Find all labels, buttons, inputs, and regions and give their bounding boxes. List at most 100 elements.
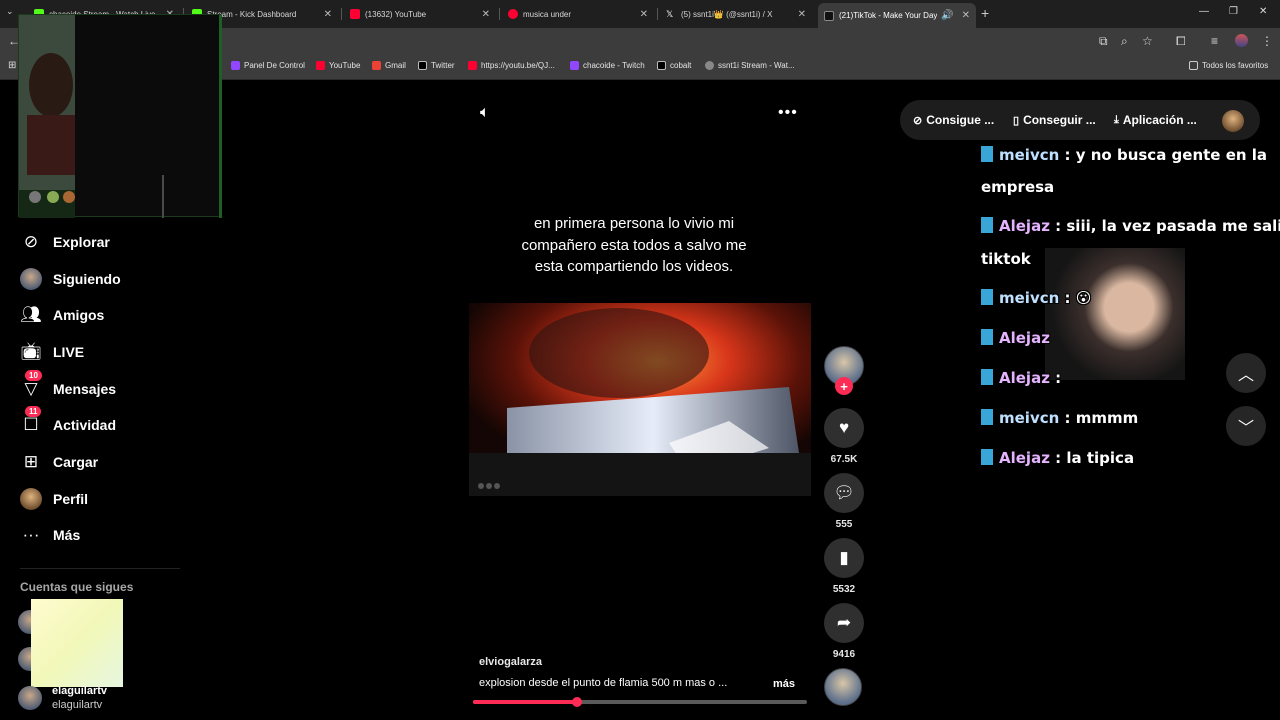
sidebar-item-perfil[interactable]: Perfil — [20, 487, 88, 511]
close-window-icon[interactable]: ✕ — [1259, 6, 1267, 17]
live-tv-icon: 📺︎ — [20, 342, 42, 361]
sidebar-item-live[interactable]: 📺︎ LIVE — [20, 340, 84, 364]
youtube-favicon-icon — [350, 9, 360, 19]
music-disc-avatar[interactable] — [824, 668, 862, 706]
bookmark-label: cobalt — [670, 61, 692, 70]
close-tab-icon[interactable]: ✕ — [324, 9, 332, 20]
bookmark-item[interactable]: Gmail — [372, 61, 406, 70]
chat-username: meivcn — [999, 289, 1060, 307]
previous-video-button[interactable]: ︿ — [1226, 353, 1266, 393]
bookmark-item[interactable]: Twitter — [418, 61, 455, 70]
tab-x[interactable]: 𝕏 (5) ssnt1i👑 (@ssnt1i) / X ✕ — [660, 4, 812, 24]
reading-list-icon[interactable]: ≡ — [1211, 34, 1218, 48]
minimize-icon[interactable]: — — [1199, 6, 1209, 17]
profile-avatar-icon[interactable] — [1235, 34, 1248, 47]
video-progress-bar[interactable] — [473, 697, 807, 707]
close-tab-icon[interactable]: ✕ — [482, 9, 490, 20]
followed-account[interactable]: elaguilartv elaguilartv — [18, 684, 107, 712]
chat-text: : 😮 — [1064, 289, 1092, 307]
button-label: Aplicación ... — [1122, 113, 1197, 127]
chat-text: : y no busca gente en la — [1064, 146, 1268, 164]
tab-youtube[interactable]: (13632) YouTube ✕ — [344, 4, 496, 24]
sidebar-item-actividad[interactable]: ☐ 11 Actividad — [20, 406, 116, 437]
more-dots-icon: ··· — [22, 525, 40, 544]
kick-badge-icon — [981, 369, 993, 385]
get-app-button[interactable]: ▯ Conseguir ... — [1013, 113, 1096, 127]
comment-button[interactable]: 💬︎ — [824, 473, 864, 513]
comment-count: 555 — [835, 519, 853, 530]
more-options-icon[interactable]: ••• — [778, 104, 798, 122]
chat-message: meivcn : mmmm — [981, 409, 1138, 427]
extensions-icon[interactable]: ⧠ — [1176, 34, 1186, 49]
restore-icon[interactable]: ❐ — [1229, 6, 1238, 17]
more-caption-button[interactable]: más — [773, 678, 795, 690]
chevron-down-icon: ﹀ — [1237, 420, 1254, 437]
bookmark-star-icon[interactable]: ☆ — [1142, 34, 1153, 48]
volume-icon[interactable]: 🔈︎ — [480, 104, 490, 122]
video-author[interactable]: elviogalarza — [479, 656, 542, 668]
youtube-icon — [468, 61, 477, 70]
progress-knob[interactable] — [571, 697, 582, 707]
install-app-icon[interactable]: ⧉ — [1099, 34, 1108, 49]
user-avatar[interactable] — [1222, 110, 1244, 132]
apps-grid-icon[interactable]: ⊞ — [8, 60, 16, 71]
close-tab-icon[interactable]: ✕ — [640, 9, 648, 20]
sidebar-item-siguiendo[interactable]: Siguiendo — [20, 267, 121, 291]
bookmark-item[interactable]: https://youtu.be/QJ... — [468, 61, 555, 70]
friends-icon: 👥︎ — [20, 305, 42, 324]
coin-icon: ⊘ — [913, 114, 923, 127]
sidebar-item-label: Perfil — [53, 491, 89, 507]
share-button[interactable]: ➦ — [824, 603, 864, 643]
tab-search-icon[interactable]: ⌄ — [6, 6, 14, 17]
following-section-title: Cuentas que sigues — [20, 580, 134, 594]
account-handle: elaguilartv — [52, 699, 103, 711]
new-tab-icon[interactable]: + — [981, 5, 989, 21]
save-count: 5532 — [832, 584, 856, 595]
chat-message: Alejaz : la tipica — [981, 449, 1134, 467]
sidebar-item-cargar[interactable]: ⊞ Cargar — [20, 450, 98, 474]
follow-plus-button[interactable]: + — [835, 377, 853, 395]
bookmark-item[interactable]: Panel De Control — [231, 61, 305, 70]
bookmark-item[interactable]: ssnt1i Stream - Wat... — [705, 61, 795, 70]
share-arrow-icon: ➦ — [836, 613, 852, 632]
video-player[interactable] — [469, 303, 811, 496]
browser-menu-icon[interactable]: ⋮ — [1261, 34, 1273, 48]
close-tab-icon[interactable]: ✕ — [962, 10, 970, 21]
webcam-overlay — [18, 14, 222, 218]
heart-icon: ♥ — [838, 418, 850, 437]
x-icon — [418, 61, 427, 70]
sidebar-item-mensajes[interactable]: ▽ 10 Mensajes — [20, 370, 116, 401]
close-tab-icon[interactable]: ✕ — [798, 9, 806, 20]
sidebar-item-amigos[interactable]: 👥︎ Amigos — [20, 303, 104, 327]
compass-icon: ⊘ — [23, 232, 39, 251]
activity-icon: ☐ 11 — [20, 406, 42, 436]
tab-musica-under[interactable]: musica under ✕ — [502, 4, 654, 24]
all-favorites-folder[interactable]: Todos los favoritos — [1189, 61, 1268, 70]
chat-message: Alejaz — [981, 329, 1050, 347]
streamer-webcam-overlay — [1045, 248, 1185, 380]
like-button[interactable]: ♥ — [824, 408, 864, 448]
save-button[interactable]: ▮ — [824, 538, 864, 578]
tab-title: (21)TikTok - Make Your Day — [839, 11, 938, 20]
bookmark-item[interactable]: YouTube — [316, 61, 360, 70]
chat-username: meivcn — [999, 409, 1060, 427]
zoom-icon[interactable]: ⌕ — [1121, 34, 1128, 49]
get-coins-button[interactable]: ⊘ Consigue ... — [913, 113, 994, 127]
overlay-sticker — [31, 599, 123, 687]
youtube-icon — [316, 61, 325, 70]
tab-tiktok-active[interactable]: (21)TikTok - Make Your Day 🔊 ✕ — [818, 3, 976, 28]
bookmark-item[interactable]: chacoide - Twitch — [570, 61, 645, 70]
sidebar-item-label: Siguiendo — [53, 271, 121, 287]
chat-text: : siii, la vez pasada me salió su — [1055, 217, 1280, 235]
chat-username: meivcn — [999, 146, 1060, 164]
like-count: 67.5K — [830, 454, 858, 465]
sidebar-item-mas[interactable]: ··· Más — [20, 523, 81, 547]
chat-username: Alejaz — [999, 449, 1050, 467]
chat-text: tiktok — [981, 250, 1031, 268]
desktop-app-button[interactable]: ⤓ Aplicación ... — [1114, 113, 1197, 127]
tab-audio-icon[interactable]: 🔊 — [941, 10, 953, 21]
sidebar-item-explorar[interactable]: ⊘ Explorar — [20, 230, 110, 254]
bookmark-item[interactable]: cobalt — [657, 61, 691, 70]
next-video-button[interactable]: ﹀ — [1226, 406, 1266, 446]
chat-message: tiktok — [981, 250, 1031, 268]
